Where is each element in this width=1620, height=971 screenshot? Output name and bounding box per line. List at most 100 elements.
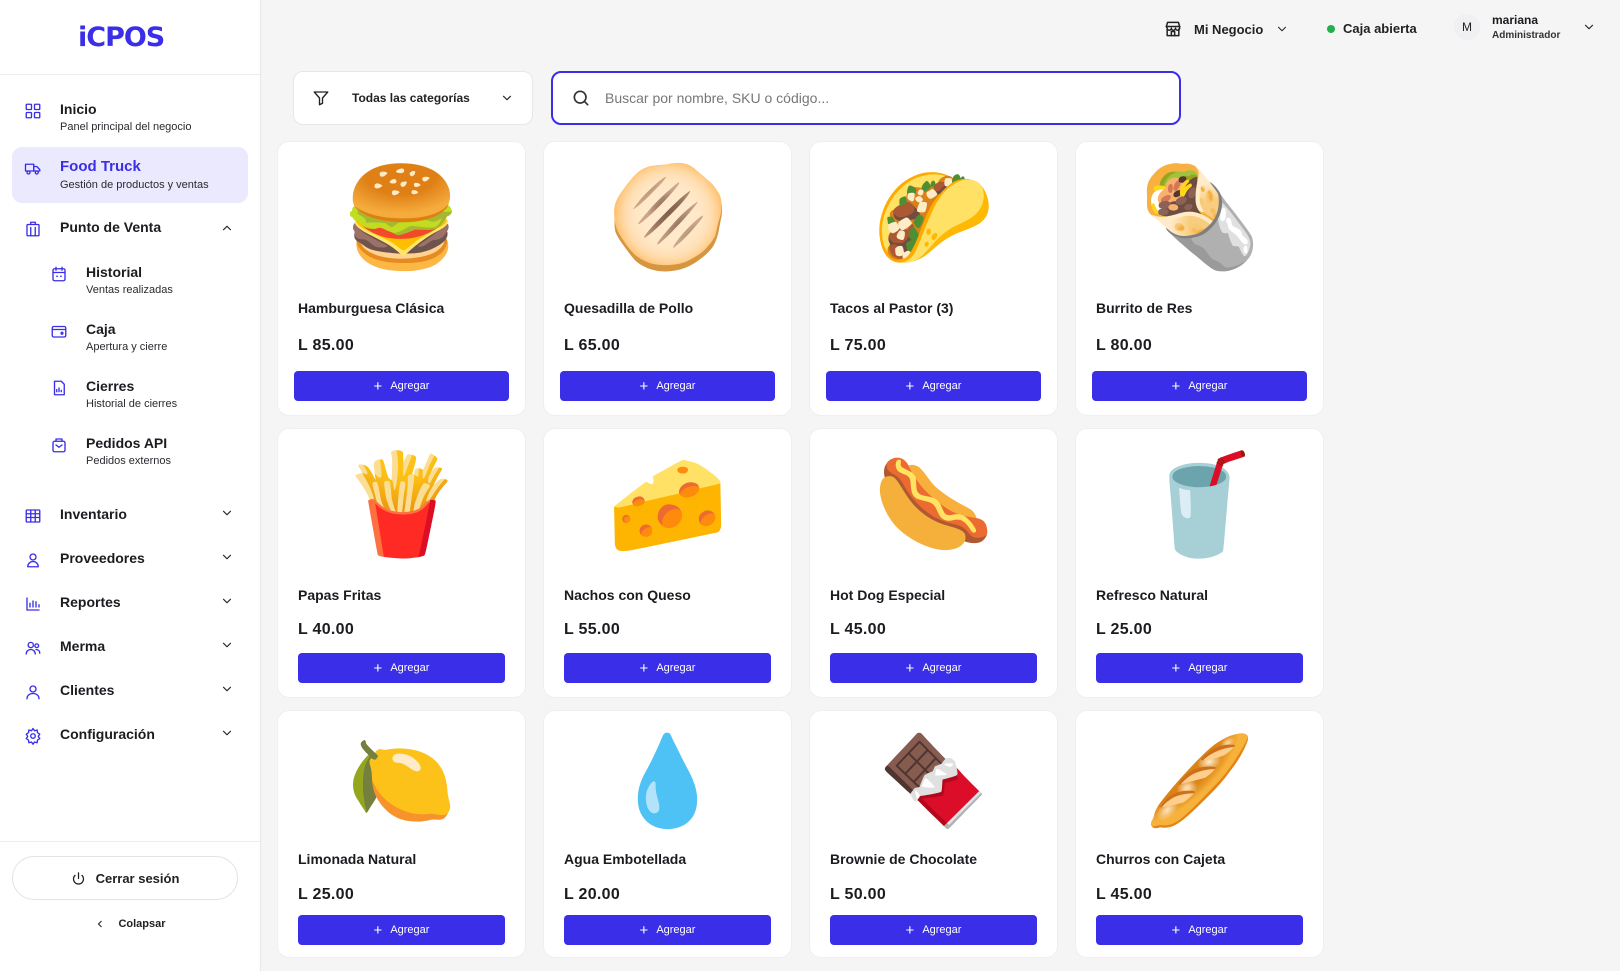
product-price: L 65.00 [564,337,621,354]
collapse-sidebar-button[interactable]: Colapsar [0,918,260,930]
add-to-cart-button[interactable]: + Agregar [298,653,505,683]
filter-icon [313,91,329,106]
product-image: 🌯 [1138,161,1261,275]
product-name: Brownie de Chocolate [830,851,978,867]
store-icon [1165,21,1181,37]
sidebar-item-inicio[interactable]: Inicio Panel principal del negocio [12,91,248,143]
chevron-down-icon[interactable] [220,638,234,652]
register-status: Caja abierta [1327,21,1417,36]
add-to-cart-button[interactable]: + Agregar [564,653,771,683]
gear-icon [24,727,42,745]
sidebar-item-cierres[interactable]: Cierres Historial de cierres [12,366,248,423]
add-button-label: Agregar [390,924,430,936]
sidebar-item-caja[interactable]: Caja Apertura y cierre [12,309,248,366]
product-card[interactable]: 🍟 Papas Fritas L 40.00 + Agregar [277,428,526,698]
chevron-down-icon[interactable] [220,594,234,608]
bar-chart-icon [24,595,42,613]
sidebar-nav: Inicio Panel principal del negocio Food … [0,75,260,758]
sidebar-item-configuracion[interactable]: Configuración [12,714,248,758]
logout-label: Cerrar sesión [95,870,180,886]
sidebar-item-historial[interactable]: Historial Ventas realizadas [12,252,248,309]
search-input[interactable] [605,90,1161,106]
product-grid: 🍔 Hamburguesa Clásica L 85.00 + Agregar 🫓… [277,141,1324,958]
search-icon [573,90,589,106]
product-card[interactable]: 🫓 Quesadilla de Pollo L 65.00 + Agregar [543,141,792,416]
add-to-cart-button[interactable]: + Agregar [560,371,775,401]
product-card[interactable]: 🌯 Burrito de Res L 80.00 + Agregar [1075,141,1324,416]
chevron-down-icon [502,95,512,101]
plus-icon: + [905,921,915,939]
add-to-cart-button[interactable]: + Agregar [1092,371,1307,401]
business-name: Mi Negocio [1194,21,1264,37]
product-name: Burrito de Res [1096,300,1193,316]
add-to-cart-button[interactable]: + Agregar [1096,653,1303,683]
product-image: 🌮 [872,161,995,275]
search-box[interactable] [551,71,1181,125]
sidebar-item-title: Food Truck [60,158,141,175]
sidebar-item-reportes[interactable]: Reportes [12,582,248,626]
product-name: Hamburguesa Clásica [298,300,445,316]
product-card[interactable]: 🌭 Hot Dog Especial L 45.00 + Agregar [809,428,1058,698]
chevron-down-icon[interactable] [220,726,234,740]
product-price: L 25.00 [1096,621,1153,638]
product-name: Churros con Cajeta [1096,851,1226,867]
add-to-cart-button[interactable]: + Agregar [826,371,1041,401]
sidebar-item-punto-de-venta[interactable]: Punto de Venta [12,209,248,248]
top-bar: Mi Negocio Caja abierta M mariana Admini… [261,0,1620,58]
add-to-cart-button[interactable]: + Agregar [294,371,509,401]
add-to-cart-button[interactable]: + Agregar [830,915,1037,945]
sidebar-item-merma[interactable]: Merma [12,626,248,670]
sidebar-item-food-truck[interactable]: Food Truck Gestión de productos y ventas [12,147,248,203]
sidebar-item-inventario[interactable]: Inventario [12,494,248,538]
logout-button[interactable]: Cerrar sesión [12,856,238,900]
add-to-cart-button[interactable]: + Agregar [298,915,505,945]
sidebar-item-title: Historial [86,264,143,280]
user-menu[interactable]: M mariana Administrador [1454,13,1596,41]
product-card[interactable]: 🍫 Brownie de Chocolate L 50.00 + Agregar [809,710,1058,958]
product-card[interactable]: 🍋 Limonada Natural L 25.00 + Agregar [277,710,526,958]
business-selector[interactable]: Mi Negocio [1163,19,1289,39]
category-select[interactable]: Todas las categorías [293,71,533,125]
add-to-cart-button[interactable]: + Agregar [830,653,1037,683]
product-card[interactable]: 🍔 Hamburguesa Clásica L 85.00 + Agregar [277,141,526,416]
sidebar-item-title: Pedidos API [86,435,168,451]
sidebar: iCPOS Inicio Panel principal del negocio… [0,0,261,971]
wallet-icon [50,322,68,340]
sidebar-item-proveedores[interactable]: Proveedores [12,538,248,582]
supplier-icon [24,551,42,569]
chevron-down-icon[interactable] [220,682,234,696]
add-button-label: Agregar [922,662,962,674]
product-price: L 55.00 [564,621,621,638]
add-to-cart-button[interactable]: + Agregar [564,915,771,945]
chevron-left-icon [98,920,103,928]
add-button-label: Agregar [1188,924,1228,936]
plus-icon: + [905,377,915,395]
chevron-down-icon[interactable] [220,506,234,520]
product-image: 🌭 [872,448,995,562]
product-card[interactable]: 🧀 Nachos con Queso L 55.00 + Agregar [543,428,792,698]
sidebar-item-clientes[interactable]: Clientes [12,670,248,714]
add-button-label: Agregar [390,662,430,674]
add-button-label: Agregar [922,924,962,936]
app-logo[interactable]: iCPOS [0,0,260,75]
user-name: mariana [1492,13,1539,27]
chevron-down-icon [1278,26,1287,32]
product-name: Tacos al Pastor (3) [830,300,954,316]
product-card[interactable]: 💧 Agua Embotellada L 20.00 + Agregar [543,710,792,958]
product-price: L 80.00 [1096,337,1153,354]
add-to-cart-button[interactable]: + Agregar [1096,915,1303,945]
chevron-down-icon[interactable] [220,550,234,564]
product-card[interactable]: 🥖 Churros con Cajeta L 45.00 + Agregar [1075,710,1324,958]
product-price: L 40.00 [298,621,355,638]
product-card[interactable]: 🥤 Refresco Natural L 25.00 + Agregar [1075,428,1324,698]
sidebar-item-pedidos-api[interactable]: Pedidos API Pedidos externos [12,423,248,480]
product-card[interactable]: 🌮 Tacos al Pastor (3) L 75.00 + Agregar [809,141,1058,416]
chevron-up-icon[interactable] [220,221,234,235]
product-name: Nachos con Queso [564,587,691,603]
product-price: L 85.00 [298,337,355,354]
plus-icon: + [373,921,383,939]
logo-text: iCPOS [78,21,165,53]
grid-icon [24,102,42,120]
add-button-label: Agregar [656,662,696,674]
add-button-label: Agregar [922,380,962,392]
